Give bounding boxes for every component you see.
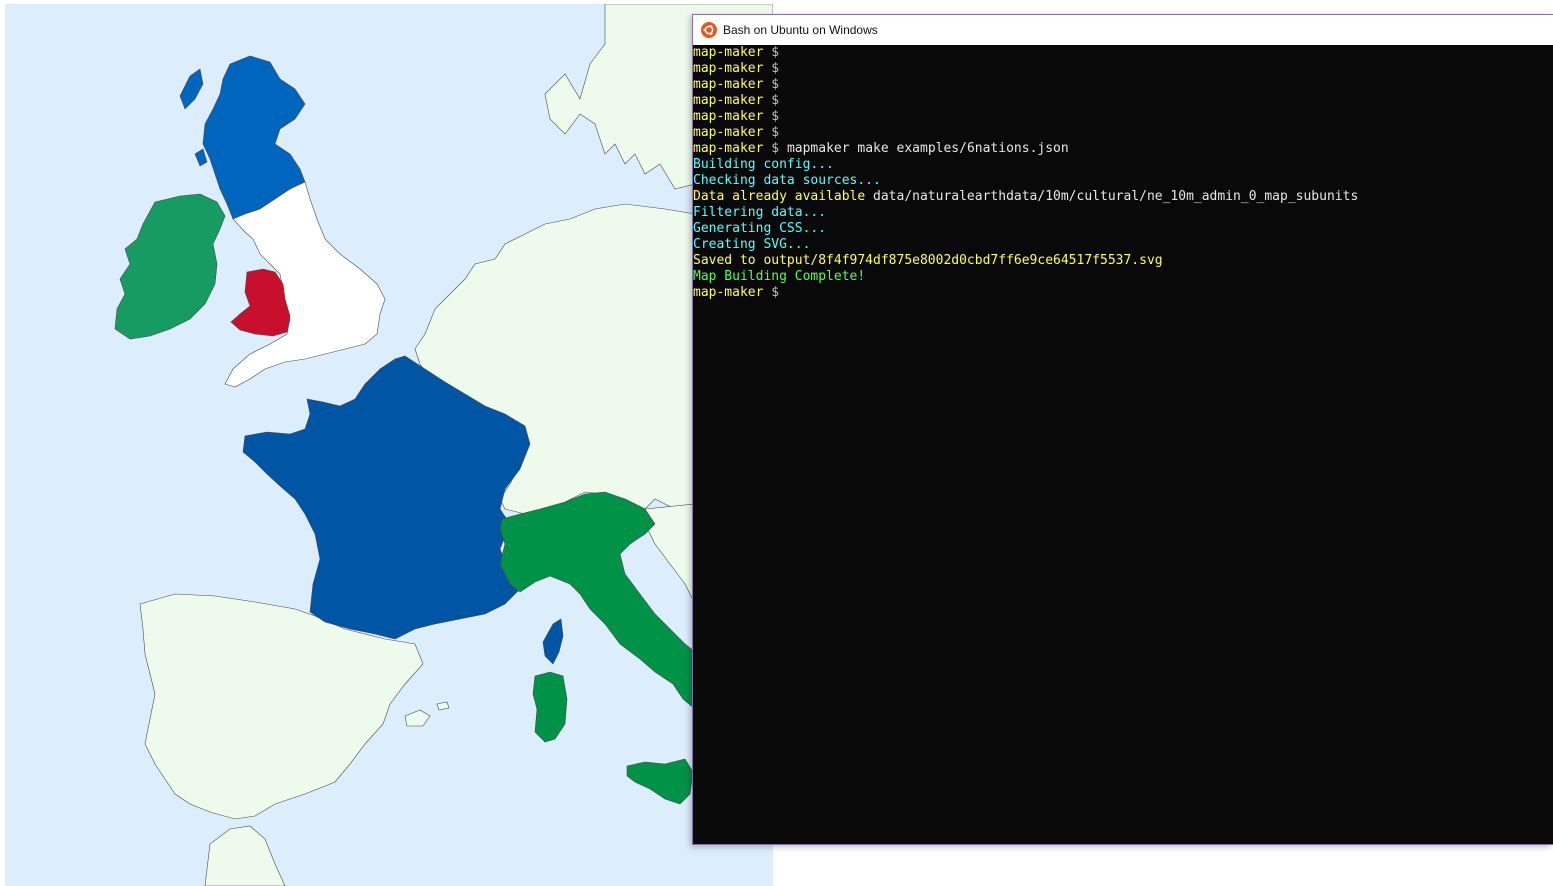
output-text: Map Building Complete! — [693, 269, 866, 284]
prompt-label: map-maker — [693, 141, 764, 156]
window-titlebar[interactable]: Bash on Ubuntu on Windows — [693, 15, 1553, 45]
terminal-line: Saved to output/8f4f974df875e8002d0cbd7f… — [693, 253, 1553, 269]
terminal-console[interactable]: map-maker $ map-maker $ map-maker $ map-… — [693, 45, 1553, 844]
prompt-label: map-maker — [693, 285, 764, 300]
terminal-line: map-maker $ — [693, 109, 1553, 125]
prompt-dollar: $ — [771, 141, 780, 156]
output-text: Generating CSS... — [693, 221, 827, 236]
prompt-label: map-maker — [693, 109, 764, 124]
terminal-line: Data already available data/naturalearth… — [693, 189, 1553, 205]
window-title: Bash on Ubuntu on Windows — [723, 23, 878, 37]
prompt-dollar: $ — [771, 61, 780, 76]
prompt-label: map-maker — [693, 45, 764, 60]
prompt-label: map-maker — [693, 93, 764, 108]
desktop: Bash on Ubuntu on Windows map-maker $ ma… — [0, 0, 1553, 886]
prompt-dollar: $ — [771, 125, 780, 140]
terminal-line: map-maker $ — [693, 45, 1553, 61]
output-text: Checking data sources... — [693, 173, 881, 188]
terminal-line: map-maker $ — [693, 93, 1553, 109]
command-text: mapmaker make examples/6nations.json — [786, 141, 1069, 156]
prompt-dollar: $ — [771, 77, 780, 92]
prompt-label: map-maker — [693, 61, 764, 76]
prompt-dollar: $ — [771, 45, 780, 60]
terminal-line: Map Building Complete! — [693, 269, 1553, 285]
ubuntu-logo-icon — [701, 22, 717, 38]
prompt-dollar: $ — [771, 109, 780, 124]
terminal-line: Creating SVG... — [693, 237, 1553, 253]
terminal-window[interactable]: Bash on Ubuntu on Windows map-maker $ ma… — [692, 14, 1553, 845]
output-status: Data already available — [693, 189, 866, 204]
terminal-line: Filtering data... — [693, 205, 1553, 221]
terminal-line: map-maker $ — [693, 125, 1553, 141]
prompt-dollar: $ — [771, 285, 780, 300]
prompt-label: map-maker — [693, 77, 764, 92]
prompt-dollar: $ — [771, 93, 780, 108]
output-text: Creating SVG... — [693, 237, 811, 252]
terminal-line: map-maker $ — [693, 77, 1553, 93]
prompt-label: map-maker — [693, 125, 764, 140]
terminal-line: map-maker $ — [693, 285, 1553, 301]
map-viewer[interactable] — [5, 4, 773, 886]
terminal-line: map-maker $ — [693, 61, 1553, 77]
six-nations-map — [5, 4, 773, 886]
terminal-line: Building config... — [693, 157, 1553, 173]
terminal-line: Checking data sources... — [693, 173, 1553, 189]
output-text: Filtering data... — [693, 205, 827, 220]
terminal-line: Generating CSS... — [693, 221, 1553, 237]
output-text: Building config... — [693, 157, 834, 172]
output-text: Saved to output/8f4f974df875e8002d0cbd7f… — [693, 253, 1163, 268]
output-path: data/naturalearthdata/10m/cultural/ne_10… — [873, 189, 1359, 204]
terminal-line: map-maker $ mapmaker make examples/6nati… — [693, 141, 1553, 157]
